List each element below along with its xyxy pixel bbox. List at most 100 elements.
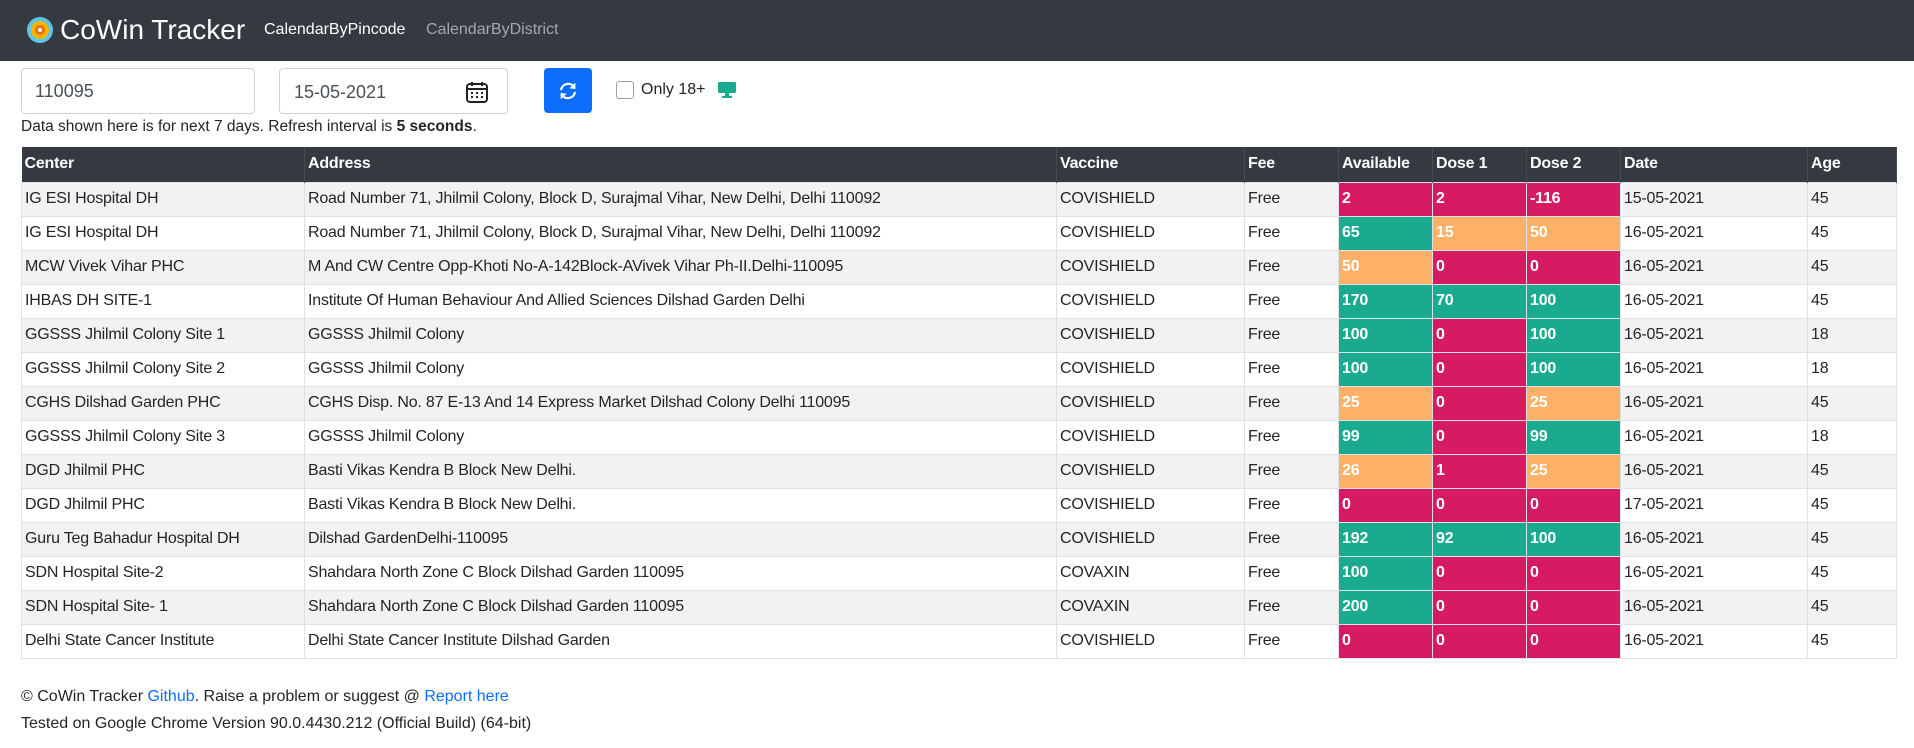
cell-center: CGHS Dilshad Garden PHC (21, 385, 305, 421)
cell-vaccine: COVISHIELD (1056, 181, 1245, 217)
cell-date: 16-05-2021 (1620, 453, 1808, 489)
column-header-vaccine: Vaccine (1056, 147, 1245, 182)
cell-dose2: 0 (1526, 555, 1621, 591)
cell-center: GGSSS Jhilmil Colony Site 1 (21, 317, 305, 353)
cell-vaccine: COVAXIN (1056, 555, 1245, 591)
cell-available: 99 (1338, 419, 1433, 455)
cell-dose2: 100 (1526, 317, 1621, 353)
cell-vaccine: COVISHIELD (1056, 317, 1245, 353)
cell-fee: Free (1244, 555, 1339, 591)
cell-vaccine: COVISHIELD (1056, 351, 1245, 387)
table-row: DGD Jhilmil PHC Basti Vikas Kendra B Bloc… (21, 453, 1897, 489)
cell-dose1: 15 (1432, 215, 1527, 251)
cell-fee: Free (1244, 521, 1339, 557)
cell-address: Delhi State Cancer Institute Dilshad Gar… (304, 623, 1057, 659)
cell-age: 45 (1807, 589, 1897, 625)
refresh-icon (560, 82, 576, 99)
cell-dose1: 0 (1432, 589, 1527, 625)
nav-calendar-by-district[interactable]: CalendarByDistrict (426, 20, 558, 40)
brand[interactable]: CoWin Tracker (25, 10, 245, 50)
brand-title: CoWin Tracker (60, 14, 246, 45)
pincode-input[interactable] (21, 68, 255, 114)
cell-fee: Free (1244, 181, 1339, 217)
table-row: GGSSS Jhilmil Colony Site 1 GGSSS Jhilmil… (21, 317, 1897, 353)
info-suffix: . (472, 118, 477, 135)
cell-available: 50 (1338, 249, 1433, 285)
cell-dose2: 100 (1526, 521, 1621, 557)
cell-fee: Free (1244, 215, 1339, 251)
column-header-center: Center (21, 147, 305, 182)
column-header-available: Available (1338, 147, 1433, 182)
footer-raise: . Raise a problem or suggest @ (194, 688, 425, 705)
cell-age: 45 (1807, 555, 1897, 591)
cell-center: IG ESI Hospital DH (21, 181, 305, 217)
refresh-button[interactable] (544, 68, 592, 113)
cell-address: GGSSS Jhilmil Colony (304, 419, 1057, 455)
cell-date: 16-05-2021 (1620, 317, 1808, 353)
only-18-checkbox[interactable] (616, 81, 634, 99)
cell-available: 100 (1338, 317, 1433, 353)
cell-available: 25 (1338, 385, 1433, 421)
info-interval: 5 seconds (396, 118, 473, 135)
table-header: Center Address Vaccine Fee Available Dose 1 Do… (21, 147, 1897, 182)
column-header-address: Address (304, 147, 1057, 182)
cell-dose2: 0 (1526, 249, 1621, 285)
table-row: CGHS Dilshad Garden PHC CGHS Disp. No. 87… (21, 385, 1897, 421)
cell-address: M And CW Centre Opp-Khoti No-A-142Block-… (304, 249, 1057, 285)
cell-dose1: 2 (1432, 181, 1527, 217)
date-picker[interactable]: 15-05-2021 (279, 68, 508, 114)
cell-date: 16-05-2021 (1620, 419, 1808, 455)
column-header-dose-1: Dose 1 (1432, 147, 1527, 182)
only-18-label: Only 18+ (641, 81, 706, 98)
cell-dose2: 100 (1526, 283, 1621, 319)
cell-date: 16-05-2021 (1620, 249, 1808, 285)
table-row: Guru Teg Bahadur Hospital DH Dilshad Gard… (21, 521, 1897, 557)
cell-address: Basti Vikas Kendra B Block New Delhi. (304, 487, 1057, 523)
navbar: CoWin Tracker CalendarByPincode Calendar… (0, 0, 1914, 61)
cell-date: 16-05-2021 (1620, 623, 1808, 659)
cell-address: Road Number 71, Jhilmil Colony, Block D,… (304, 215, 1057, 251)
cell-available: 65 (1338, 215, 1433, 251)
calendar-icon[interactable] (465, 80, 489, 104)
github-link[interactable]: Github (147, 688, 194, 705)
cell-fee: Free (1244, 249, 1339, 285)
cell-vaccine: COVISHIELD (1056, 215, 1245, 251)
cell-dose1: 0 (1432, 487, 1527, 523)
cell-age: 45 (1807, 215, 1897, 251)
table-row: MCW Vivek Vihar PHC M And CW Centre Opp-K… (21, 249, 1897, 285)
cell-fee: Free (1244, 453, 1339, 489)
column-header-fee: Fee (1244, 147, 1339, 182)
info-prefix: Data shown here is for next 7 days. Refr… (21, 118, 397, 135)
report-link[interactable]: Report here (424, 688, 509, 705)
cell-age: 45 (1807, 487, 1897, 523)
cell-address: Road Number 71, Jhilmil Colony, Block D,… (304, 181, 1057, 217)
cell-date: 15-05-2021 (1620, 181, 1808, 217)
table-row: DGD Jhilmil PHC Basti Vikas Kendra B Bloc… (21, 487, 1897, 523)
cell-age: 18 (1807, 351, 1897, 387)
cell-age: 18 (1807, 419, 1897, 455)
cell-date: 17-05-2021 (1620, 487, 1808, 523)
cell-age: 18 (1807, 317, 1897, 353)
cell-date: 16-05-2021 (1620, 215, 1808, 251)
cell-vaccine: COVAXIN (1056, 589, 1245, 625)
cell-fee: Free (1244, 283, 1339, 319)
cell-available: 2 (1338, 181, 1433, 217)
cell-fee: Free (1244, 487, 1339, 523)
footer-copyright: © CoWin Tracker (21, 688, 148, 705)
cell-vaccine: COVISHIELD (1056, 385, 1245, 421)
cell-address: GGSSS Jhilmil Colony (304, 351, 1057, 387)
cell-age: 45 (1807, 385, 1897, 421)
cell-address: Basti Vikas Kendra B Block New Delhi. (304, 453, 1057, 489)
cell-center: MCW Vivek Vihar PHC (21, 249, 305, 285)
cell-available: 200 (1338, 589, 1433, 625)
only-18-toggle[interactable]: Only 18+ (616, 80, 737, 100)
cell-dose1: 1 (1432, 453, 1527, 489)
cell-center: DGD Jhilmil PHC (21, 487, 305, 523)
cell-dose1: 0 (1432, 623, 1527, 659)
nav-calendar-by-pincode[interactable]: CalendarByPincode (264, 20, 405, 40)
cell-center: GGSSS Jhilmil Colony Site 2 (21, 351, 305, 387)
cell-vaccine: COVISHIELD (1056, 419, 1245, 455)
cell-dose1: 0 (1432, 249, 1527, 285)
cell-address: Dilshad GardenDelhi-110095 (304, 521, 1057, 557)
cell-center: IHBAS DH SITE-1 (21, 283, 305, 319)
